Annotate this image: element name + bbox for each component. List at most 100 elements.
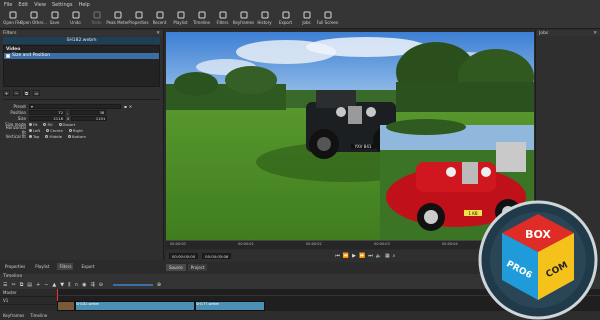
menu-edit[interactable]: Edit: [18, 2, 28, 8]
timeline-clip[interactable]: SH177.webm: [195, 301, 265, 311]
zoom-icon[interactable]: ⌕: [393, 253, 396, 259]
toolbar-button-peak-meter[interactable]: Peak Meter: [106, 9, 129, 29]
zoom-out-icon[interactable]: ⊖: [99, 282, 103, 288]
size-mode-fill-radio[interactable]: Fill: [43, 122, 53, 127]
volume-icon[interactable]: 🔈: [376, 253, 382, 259]
toolbar-label: Save: [49, 20, 60, 25]
tab-export[interactable]: Export: [79, 263, 96, 270]
split-icon[interactable]: ⫼: [68, 282, 70, 288]
remove-icon[interactable]: −: [44, 282, 48, 288]
tab-source[interactable]: Source: [166, 264, 186, 271]
toolbar-label: Jobs: [302, 20, 311, 25]
hfit-centre-radio[interactable]: Centre: [46, 128, 63, 133]
close-icon[interactable]: ✕: [593, 31, 597, 36]
skip-end-icon[interactable]: ⏭: [368, 253, 373, 259]
toolbar-button-open-other[interactable]: Open Other...: [20, 9, 47, 29]
add-filter-button[interactable]: +: [3, 90, 10, 96]
size-label: Size: [17, 115, 26, 121]
remove-filter-button[interactable]: −: [13, 90, 20, 96]
track-v1[interactable]: V1: [0, 297, 56, 305]
toolbar-button-playlist[interactable]: Playlist: [170, 9, 191, 29]
lift-icon[interactable]: ▲: [52, 282, 56, 288]
vertical-fit-label: Vertical fit: [5, 133, 26, 139]
position-x-input[interactable]: 72: [29, 109, 65, 115]
toolbar-label: Peak Meter: [106, 20, 129, 25]
filter-list[interactable]: Video Size and Position: [3, 45, 160, 87]
toolbar-button-history[interactable]: History: [254, 9, 275, 29]
preset-select[interactable]: ▾: [29, 103, 121, 109]
current-timecode[interactable]: 00:00:00:00: [169, 253, 199, 259]
deselect-filter-button[interactable]: ▭: [33, 90, 40, 96]
size-mode-distort-radio[interactable]: Distort: [58, 122, 75, 127]
tab-properties[interactable]: Properties: [3, 263, 27, 270]
toolbar-button-open-file[interactable]: Open File: [2, 9, 23, 29]
position-label: Position: [10, 109, 26, 115]
rewind-icon[interactable]: ⏪: [343, 253, 349, 259]
vfit-top-radio[interactable]: Top: [29, 134, 39, 139]
recent-icon: [156, 11, 164, 19]
toolbar-button-export[interactable]: Export: [275, 9, 296, 29]
preset-label: Preset: [13, 103, 26, 109]
position-y-input[interactable]: 38: [70, 109, 107, 115]
toolbar-button-jobs[interactable]: Jobs: [296, 9, 317, 29]
tab-project[interactable]: Project: [187, 264, 208, 271]
fast-forward-icon[interactable]: ⏩: [359, 253, 365, 259]
hfit-left-radio[interactable]: Left: [29, 128, 40, 133]
save-preset-icon[interactable]: ▪: [124, 104, 127, 109]
ripple-icon[interactable]: ⇶: [90, 282, 94, 288]
toolbar-button-timeline[interactable]: Timeline: [191, 9, 212, 29]
toolbar-button-recent[interactable]: Recent: [149, 9, 170, 29]
vfit-bottom-radio[interactable]: Bottom: [67, 134, 86, 139]
copy-filter-button[interactable]: ⧉: [23, 90, 30, 96]
size-width-input[interactable]: 2118: [29, 115, 65, 121]
menu-view[interactable]: View: [34, 2, 46, 8]
jobs-panel-title: Jobs: [539, 30, 549, 36]
skip-start-icon[interactable]: ⏮: [335, 253, 340, 259]
track-master[interactable]: Master: [0, 289, 56, 297]
tab-timeline[interactable]: Timeline: [30, 313, 47, 318]
vfit-middle-radio[interactable]: Middle: [45, 134, 62, 139]
cut-icon[interactable]: ✂: [11, 282, 15, 288]
overwrite-icon[interactable]: ▼: [60, 282, 64, 288]
toolbar-button-keyframes[interactable]: Keyframes: [233, 9, 254, 29]
zoom-in-icon[interactable]: ⊕: [157, 282, 161, 288]
tab-keyframes[interactable]: Keyframes: [3, 313, 24, 318]
menu-icon[interactable]: ☰: [3, 282, 7, 288]
toolbar-button-full-screen[interactable]: Full Screen: [317, 9, 338, 29]
fullscreen-icon: [324, 11, 332, 19]
append-icon[interactable]: +: [36, 282, 40, 288]
grid-icon[interactable]: ▦: [385, 253, 390, 259]
toolbar-button-redo[interactable]: Redo: [86, 9, 107, 29]
toolbar-button-undo[interactable]: Undo: [65, 9, 86, 29]
scrub-icon[interactable]: ◉: [82, 282, 86, 288]
menu-settings[interactable]: Settings: [52, 2, 73, 8]
zoom-slider[interactable]: [112, 283, 153, 286]
toolbar-button-filters[interactable]: Filters: [212, 9, 233, 29]
filter-item-size-position[interactable]: Size and Position: [4, 53, 159, 59]
menu-help[interactable]: Help: [78, 2, 89, 8]
open-other-icon: [30, 11, 38, 19]
tab-filters[interactable]: Filters: [57, 263, 74, 270]
play-icon[interactable]: ▶: [352, 253, 356, 259]
copy-icon[interactable]: ⧉: [20, 282, 24, 288]
size-height-input[interactable]: 1191: [71, 115, 108, 121]
filters-icon: [219, 11, 227, 19]
jobs-icon: [303, 11, 311, 19]
timeline-clip[interactable]: SH182.webm: [75, 301, 195, 311]
vertical-fit-row: Vertical fit Top Middle Bottom: [0, 133, 163, 139]
hfit-right-radio[interactable]: Right: [68, 128, 83, 133]
toolbar-button-properties[interactable]: Properties: [128, 9, 149, 29]
paste-icon[interactable]: ▤: [27, 282, 32, 288]
tab-playlist[interactable]: Playlist: [33, 263, 51, 270]
close-icon[interactable]: ✕: [156, 31, 160, 36]
toolbar-label: Redo: [91, 20, 102, 25]
delete-preset-icon[interactable]: ✕: [129, 104, 132, 109]
toolbar-button-save[interactable]: Save: [44, 9, 65, 29]
snap-icon[interactable]: ∩: [74, 282, 78, 288]
toolbar-label: Recent: [152, 20, 167, 25]
filter-enabled-checkbox[interactable]: [6, 54, 10, 58]
toolbar-label: Open File: [3, 20, 22, 25]
timeline-clip[interactable]: [57, 301, 75, 311]
menu-file[interactable]: File: [4, 2, 12, 8]
size-mode-fit-radio[interactable]: Fit: [29, 122, 37, 127]
